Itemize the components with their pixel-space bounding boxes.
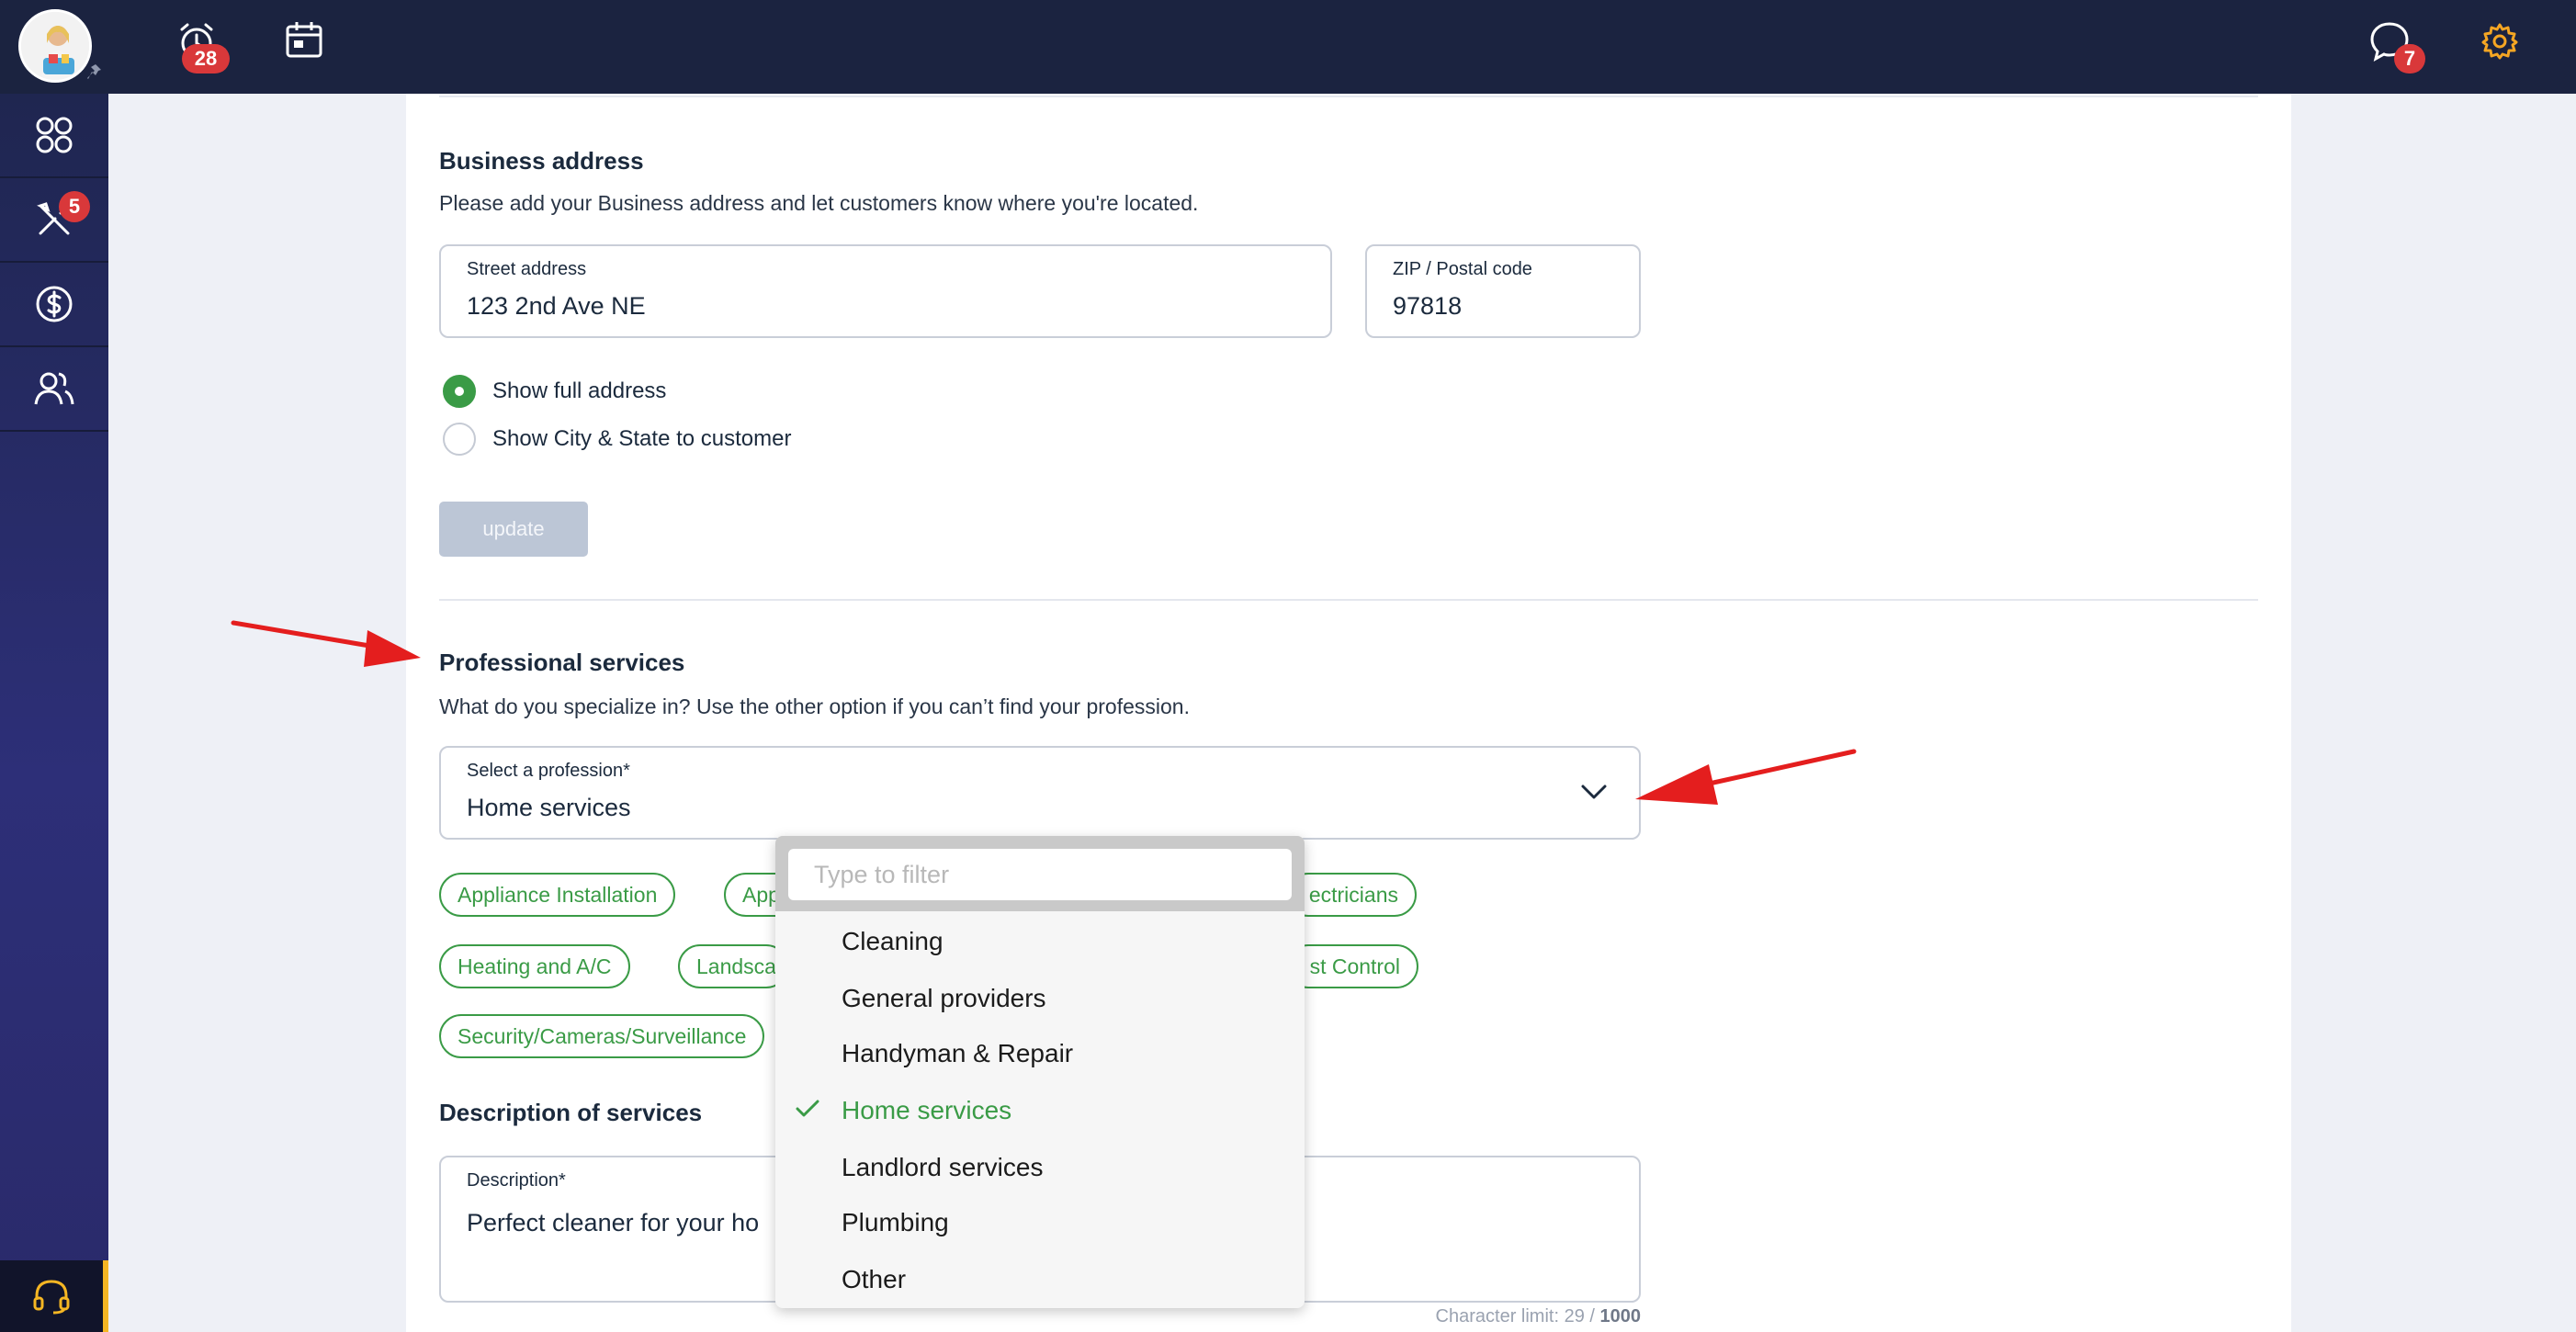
- street-address-value: 123 2nd Ave NE: [467, 292, 646, 320]
- sidebar-item-payments[interactable]: [0, 263, 108, 347]
- character-limit: Character limit: 29 / 1000: [1415, 1306, 1641, 1327]
- radio-city-state-unselected[interactable]: [443, 423, 476, 456]
- option-general-providers[interactable]: General providers: [775, 970, 1305, 1027]
- option-handyman-repair[interactable]: Handyman & Repair: [775, 1025, 1305, 1082]
- chip-appliance-installation[interactable]: Appliance Installation: [439, 873, 676, 917]
- dollar-circle-icon: [36, 286, 73, 322]
- radio-show-city-state[interactable]: Show City & State to customer: [443, 423, 791, 456]
- character-limit-prefix: Character limit: 29 /: [1435, 1306, 1600, 1326]
- chip-security-cameras[interactable]: Security/Cameras/Surveillance: [439, 1014, 765, 1058]
- support-button[interactable]: [0, 1260, 108, 1332]
- description-value: Perfect cleaner for your ho: [467, 1209, 760, 1236]
- description-label: Description*: [467, 1170, 566, 1191]
- avatar-image: [21, 12, 89, 80]
- profession-select-label: Select a profession*: [467, 761, 630, 781]
- option-plumbing[interactable]: Plumbing: [775, 1194, 1305, 1251]
- checkmark-icon: [796, 1100, 819, 1117]
- business-address-subtitle: Please add your Business address and let…: [439, 191, 1199, 215]
- chip-pest-control[interactable]: st Control: [1286, 944, 1418, 988]
- radio-city-state-label: Show City & State to customer: [492, 426, 792, 451]
- gear-icon[interactable]: [2480, 22, 2519, 61]
- chip-heating-ac[interactable]: Heating and A/C: [439, 944, 630, 988]
- chevron-down-icon[interactable]: [1580, 783, 1608, 801]
- street-address-label: Street address: [467, 259, 587, 279]
- alarm-badge: 28: [182, 44, 230, 73]
- pin-icon[interactable]: [86, 61, 107, 81]
- zip-code-label: ZIP / Postal code: [1393, 259, 1532, 279]
- zip-code-value: 97818: [1393, 292, 1463, 320]
- grid-icon: [36, 117, 73, 153]
- profession-select[interactable]: Select a profession* Home services: [439, 746, 1641, 840]
- annotation-arrow-right: [1635, 749, 1857, 805]
- street-address-field[interactable]: Street address 123 2nd Ave NE: [439, 244, 1332, 338]
- business-address-title: Business address: [439, 147, 644, 175]
- option-landlord-services[interactable]: Landlord services: [775, 1139, 1305, 1196]
- character-limit-max: 1000: [1599, 1306, 1642, 1326]
- avatar[interactable]: [18, 9, 92, 83]
- professional-services-subtitle: What do you specialize in? Use the other…: [439, 694, 1190, 718]
- top-bar: 28 7: [0, 0, 2576, 94]
- sidebar-item-tools[interactable]: 5: [0, 178, 108, 263]
- sidebar-item-customers[interactable]: [0, 347, 108, 432]
- tools-badge: 5: [59, 191, 90, 222]
- calendar-icon[interactable]: [285, 20, 323, 59]
- filter-wrapper: [775, 836, 1305, 911]
- users-icon: [34, 372, 74, 405]
- description-title: Description of services: [439, 1099, 703, 1126]
- option-home-services[interactable]: Home services: [775, 1082, 1305, 1139]
- option-home-services-label: Home services: [842, 1096, 1012, 1124]
- radio-full-address-selected[interactable]: [443, 375, 476, 408]
- professional-services-title: Professional services: [439, 649, 685, 676]
- radio-full-address-label: Show full address: [492, 378, 667, 403]
- section-divider: [439, 599, 2258, 601]
- option-cleaning[interactable]: Cleaning: [775, 913, 1305, 970]
- update-button[interactable]: update: [439, 502, 588, 557]
- radio-show-full-address[interactable]: Show full address: [443, 375, 666, 408]
- sidebar-item-dashboard[interactable]: [0, 94, 108, 178]
- chip-landscaping[interactable]: Landsca: [678, 944, 788, 988]
- sidebar: 5: [0, 94, 108, 1332]
- filter-input[interactable]: [788, 849, 1292, 900]
- profession-select-value: Home services: [467, 794, 631, 821]
- chat-badge: 7: [2394, 44, 2425, 73]
- chip-electricians[interactable]: ectricians: [1286, 873, 1417, 917]
- headset-icon: [33, 1280, 70, 1315]
- annotation-arrow-left: [231, 620, 421, 667]
- zip-code-field[interactable]: ZIP / Postal code 97818: [1365, 244, 1641, 338]
- option-other[interactable]: Other: [775, 1251, 1305, 1308]
- profession-dropdown: Cleaning General providers Handyman & Re…: [775, 836, 1305, 1308]
- top-divider: [439, 96, 2258, 97]
